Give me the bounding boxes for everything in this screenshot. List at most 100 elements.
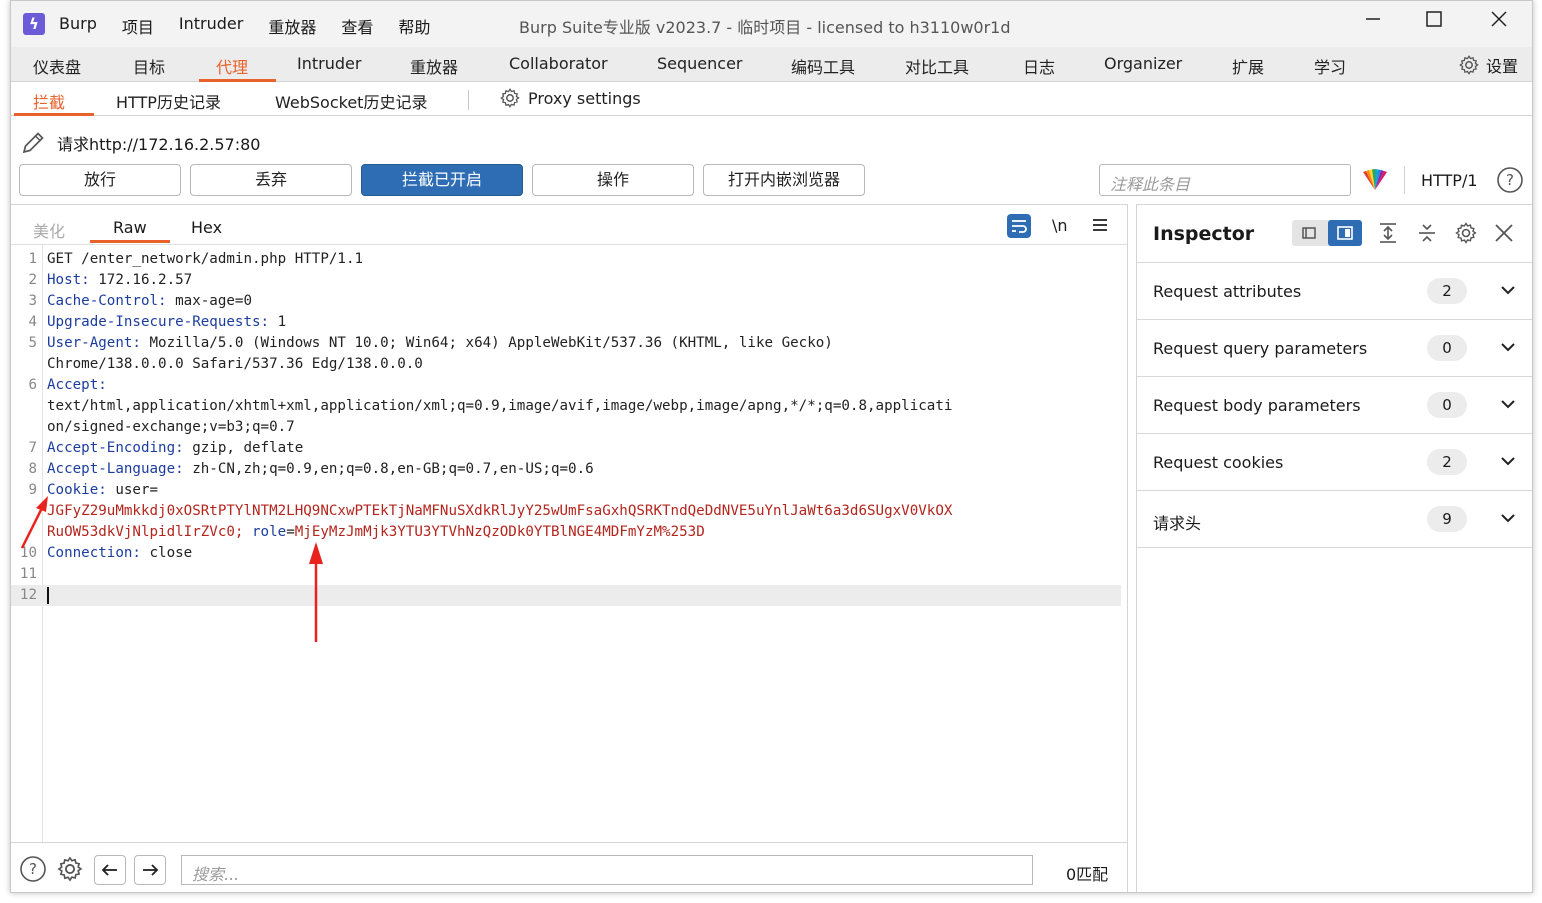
tab-repeater[interactable]: 重放器 (410, 54, 458, 78)
inspector-section[interactable]: 请求头 9 (1137, 491, 1532, 548)
line-number: 3 (28, 293, 37, 309)
expand-all-icon[interactable] (1377, 222, 1399, 244)
header-name: Accept: (47, 377, 107, 393)
tab-intercept[interactable]: 拦截 (33, 89, 65, 113)
pencil-icon[interactable] (19, 129, 47, 157)
code-line: JGFyZ29uMmkkdj0xOSRtPTYlNTM2LHQ9NCxwPTEk… (11, 501, 1121, 522)
line-content: on/signed-exchange;v=b3;q=0.7 (47, 417, 295, 438)
tab-learn[interactable]: 学习 (1314, 54, 1346, 78)
editor-menu-button[interactable] (1091, 216, 1109, 238)
cookie-user-value: RuOW53dkVjNlpidlIrZVc0; (47, 524, 244, 540)
line-content: Host: 172.16.2.57 (47, 270, 192, 291)
svg-text:?: ? (29, 860, 37, 878)
line-content: Chrome/138.0.0.0 Safari/537.36 Edg/138.0… (47, 354, 423, 375)
tab-intruder[interactable]: Intruder (297, 54, 361, 73)
help-icon[interactable]: ? (1496, 166, 1524, 194)
code-line: 9 Cookie: user= (11, 480, 1121, 501)
header-name: Accept-Language: (47, 461, 184, 477)
tab-sequencer[interactable]: Sequencer (657, 54, 743, 73)
active-editor-tab-indicator (90, 240, 170, 243)
code-line: 2 Host: 172.16.2.57 (11, 270, 1121, 291)
annotation-arrow-icon (20, 496, 48, 549)
inspector-section[interactable]: Request cookies 2 (1137, 434, 1532, 491)
inspector-count-badge: 0 (1427, 392, 1467, 418)
wrap-icon (1007, 214, 1031, 238)
collapse-all-icon[interactable] (1416, 222, 1438, 244)
tab-dashboard[interactable]: 仪表盘 (33, 54, 81, 78)
settings-button[interactable]: 设置 (1458, 53, 1518, 77)
hamburger-icon (1093, 219, 1107, 231)
line-content: Cache-Control: max-age=0 (47, 291, 252, 312)
header-value: text/html,application/xhtml+xml,applicat… (47, 398, 953, 414)
title-bar: ϟ Burp 项目 Intruder 重放器 查看 帮助 Burp Suite专… (11, 1, 1532, 47)
request-url: 请求http://172.16.2.57:80 (57, 135, 261, 154)
highlight-color-icon[interactable] (1359, 168, 1391, 192)
layout-split-option[interactable] (1328, 220, 1362, 246)
help-icon[interactable]: ? (19, 855, 47, 883)
menu-view[interactable]: 查看 (341, 14, 373, 38)
line-content: RuOW53dkVjNlpidlIrZVc0; role=MjEyMzJmMjk… (47, 522, 705, 543)
tab-extensions[interactable]: 扩展 (1232, 54, 1264, 78)
search-previous-button[interactable] (94, 855, 126, 885)
drop-button[interactable]: 丢弃 (190, 164, 352, 196)
word-wrap-toggle[interactable] (1006, 213, 1032, 243)
tab-websocket-history[interactable]: WebSocket历史记录 (275, 89, 427, 113)
open-browser-button[interactable]: 打开内嵌浏览器 (703, 164, 865, 196)
http-version-toggle[interactable]: HTTP/1 (1421, 171, 1478, 190)
action-button[interactable]: 操作 (532, 164, 694, 196)
code-line: 3 Cache-Control: max-age=0 (11, 291, 1121, 312)
cookie-role-value: MjEyMzJmMjk3YTU3YTVhNzQzODk0YTBlNGE4MDFm… (294, 524, 705, 540)
tab-target[interactable]: 目标 (133, 54, 165, 78)
gear-icon[interactable] (56, 855, 84, 883)
minimize-icon (1366, 18, 1380, 20)
layout-toggle[interactable] (1292, 220, 1362, 246)
code-line: 12 (11, 585, 1121, 606)
close-icon[interactable] (1494, 223, 1514, 243)
inspector-section[interactable]: Request attributes 2 (1137, 263, 1532, 320)
tab-http-history[interactable]: HTTP历史记录 (116, 89, 221, 113)
menu-help[interactable]: 帮助 (398, 14, 430, 38)
line-content: Upgrade-Insecure-Requests: 1 (47, 312, 286, 333)
line-content: Accept: (47, 375, 107, 396)
tab-comparer[interactable]: 对比工具 (905, 54, 969, 78)
menu-burp[interactable]: Burp (59, 14, 97, 38)
inspector-section[interactable]: Request query parameters 0 (1137, 320, 1532, 377)
inspector-count-badge: 2 (1427, 278, 1467, 304)
menu-repeater[interactable]: 重放器 (268, 14, 316, 38)
line-content: User-Agent: Mozilla/5.0 (Windows NT 10.0… (47, 333, 833, 354)
proxy-settings-button[interactable]: Proxy settings (499, 87, 641, 109)
tab-collaborator[interactable]: Collaborator (509, 54, 608, 73)
tab-organizer[interactable]: Organizer (1104, 54, 1182, 73)
code-line: 10 Connection: close (11, 543, 1121, 564)
arrow-right-icon (143, 864, 159, 876)
intercept-toggle-button[interactable]: 拦截已开启 (361, 164, 523, 196)
tab-raw[interactable]: Raw (113, 218, 147, 237)
search-input[interactable]: 搜索... (181, 855, 1033, 885)
header-name: Host: (47, 272, 90, 288)
gear-icon[interactable] (1454, 221, 1478, 245)
tab-pretty[interactable]: 美化 (33, 218, 65, 242)
maximize-button[interactable] (1414, 9, 1454, 33)
annotation-input[interactable]: 注释此条目 (1099, 164, 1351, 196)
inspector-section[interactable]: Request body parameters 0 (1137, 377, 1532, 434)
toolbar-separator (1404, 166, 1405, 194)
menu-intruder[interactable]: Intruder (179, 14, 243, 38)
proxy-sub-tabs: 拦截 HTTP历史记录 WebSocket历史记录 Proxy settings (11, 82, 1532, 116)
layout-list-icon[interactable] (1300, 225, 1318, 241)
gear-icon (500, 88, 520, 108)
close-icon (1491, 11, 1507, 27)
tab-logger[interactable]: 日志 (1023, 54, 1055, 78)
minimize-button[interactable] (1353, 9, 1393, 33)
menu-project[interactable]: 项目 (122, 14, 154, 38)
header-value: 1 (269, 314, 287, 330)
request-raw-text[interactable]: 1 GET /enter_network/admin.php HTTP/1.1 2 H… (11, 249, 1121, 606)
cookie-user-value: JGFyZ29uMmkkdj0xOSRtPTYlNTM2LHQ9NCxwPTEk… (47, 503, 953, 519)
tab-hex[interactable]: Hex (191, 218, 222, 237)
close-window-button[interactable] (1479, 9, 1519, 33)
forward-button[interactable]: 放行 (19, 164, 181, 196)
search-next-button[interactable] (134, 855, 166, 885)
tab-decoder[interactable]: 编码工具 (791, 54, 855, 78)
tab-proxy[interactable]: 代理 (216, 54, 248, 78)
newline-toggle[interactable]: \n (1052, 216, 1068, 235)
editor-search-bar: ? 搜索... 0匹配 (11, 842, 1127, 892)
